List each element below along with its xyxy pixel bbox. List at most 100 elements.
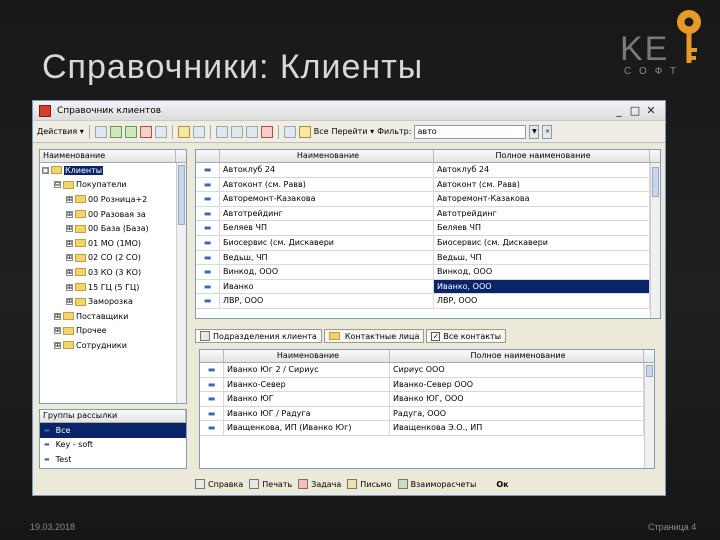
expander-icon[interactable]: ⊞ <box>66 239 73 247</box>
table-row[interactable]: ▬ Иващенкова, ИП (Иванко Юг) Иващенкова Э.… <box>200 421 654 436</box>
table-row[interactable]: ▬ Ведьш, ЧП Ведьш, ЧП <box>196 250 660 266</box>
edit-icon[interactable] <box>154 125 167 138</box>
tree-item[interactable]: ⊟ Покупатели <box>40 178 186 193</box>
tree-item-label: 00 Разовая за <box>88 209 146 219</box>
groups-header-name: Группы рассылки <box>40 410 186 422</box>
expander-icon[interactable]: ⊞ <box>66 210 73 218</box>
slide-page-number: Страница 4 <box>648 522 697 532</box>
copy-icon[interactable] <box>124 125 137 138</box>
all-icon[interactable] <box>298 125 311 138</box>
tree-item[interactable]: ⊞ Поставщики <box>40 309 186 324</box>
table-row[interactable]: ▬ Иванко Иванко, ООО <box>196 279 660 295</box>
tree-header[interactable]: Наименование <box>40 150 186 163</box>
tab-subdivisions[interactable]: Подразделения клиента <box>195 329 322 343</box>
table-row[interactable]: ▬ Авторемонт-Казакова Авторемонт-Казакова <box>196 192 660 207</box>
delete-icon[interactable] <box>139 125 152 138</box>
expander-icon[interactable]: ⊞ <box>54 341 61 349</box>
window-titlebar[interactable]: Справочник клиентов _ □ ✕ <box>33 101 665 121</box>
expander-icon[interactable]: ⊞ <box>66 283 73 291</box>
close-button[interactable]: ✕ <box>643 104 659 117</box>
subdivisions-scrollbar[interactable] <box>644 363 654 468</box>
expander-icon[interactable]: ⊞ <box>66 225 73 233</box>
help-button[interactable]: Справка <box>195 479 243 489</box>
letter-button[interactable]: Письмо <box>347 479 392 489</box>
table-row[interactable]: ▬ Автоконт (см. Равв) Автоконт (см. Равв) <box>196 177 660 193</box>
settlements-button[interactable]: Взаиморасчеты <box>397 479 476 489</box>
tree-item[interactable]: ⊞ 15 ГЦ (5 ГЦ) <box>40 280 186 295</box>
tree-item[interactable]: ⊞ 00 База (База) <box>40 221 186 236</box>
table-row[interactable]: ▬ Иванко-Север Иванко-Север ООО <box>200 377 654 393</box>
name-cell: Биосервис (см. Дискавери <box>220 235 434 250</box>
clients-scrollbar[interactable] <box>650 163 660 318</box>
tree-item[interactable]: □ Клиенты <box>40 163 186 178</box>
sort-icon[interactable] <box>245 125 258 138</box>
expander-icon[interactable]: ⊞ <box>66 254 73 262</box>
table-row[interactable]: ▬ Биосервис (см. Дискавери Биосервис (см. … <box>196 235 660 251</box>
tree-item[interactable]: ⊞ Сотрудники <box>40 338 186 353</box>
folder-icon <box>75 195 86 204</box>
tree-scrollbar-thumb[interactable] <box>178 165 185 225</box>
ok-button[interactable]: Ок <box>496 480 508 489</box>
maximize-button[interactable]: □ <box>627 104 643 117</box>
refresh-icon[interactable] <box>192 125 205 138</box>
tree-scrollbar[interactable] <box>176 163 186 403</box>
tree-item[interactable]: ⊞ 03 КО (3 КО) <box>40 265 186 280</box>
mailing-group-item[interactable]: ▬ Все <box>40 423 186 438</box>
table-row[interactable]: ▬ Автотрейдинг Автотрейдинг <box>196 206 660 222</box>
table-row[interactable]: ▬ Иванко Юг 2 / Сириус Сириус ООО <box>200 363 654 378</box>
filter-input[interactable] <box>414 124 527 139</box>
tree-header-name: Наименование <box>40 150 176 162</box>
expander-icon[interactable]: ⊞ <box>66 298 73 306</box>
expander-icon[interactable]: □ <box>42 166 49 174</box>
expander-icon[interactable]: ⊟ <box>54 181 61 189</box>
expander-icon[interactable]: ⊞ <box>54 312 61 320</box>
add-group-icon[interactable] <box>109 125 122 138</box>
tree-item[interactable]: ⊞ Прочее <box>40 324 186 339</box>
name-column-header[interactable]: Наименование <box>220 150 434 162</box>
print-button[interactable]: Печать <box>249 479 292 489</box>
filter-list-icon[interactable] <box>230 125 243 138</box>
expander-icon[interactable]: ⊞ <box>54 327 61 335</box>
all-contacts-checkbox[interactable]: ✓ <box>431 331 441 341</box>
row-type-icon: ▬ <box>196 265 220 279</box>
table-row[interactable]: ▬ Беляев ЧП Беляев ЧП <box>196 221 660 236</box>
mailing-group-item[interactable]: ▬ Key - soft <box>40 438 186 453</box>
filter-dropdown-button[interactable]: ▼ <box>529 124 540 139</box>
ok-label: Ок <box>496 479 509 489</box>
table-row[interactable]: ▬ Иванко ЮГ / Радуга Радуга, ООО <box>200 406 654 422</box>
table-row[interactable]: ▬ Винкод, ООО Винкод, ООО <box>196 265 660 280</box>
tree-item[interactable]: ⊞ 02 СО (2 СО) <box>40 251 186 266</box>
clients-scrollbar-thumb[interactable] <box>652 167 659 197</box>
tree-item[interactable]: ⊞ 00 Розница+2 <box>40 192 186 207</box>
groups-header[interactable]: Группы рассылки <box>40 410 186 423</box>
row-type-icon: ▬ <box>196 279 220 294</box>
filter-clear-button[interactable]: × <box>542 124 553 139</box>
fullname-column-header[interactable]: Полное наименование <box>434 150 650 162</box>
sub-fullname-column-header[interactable]: Полное наименование <box>390 350 644 362</box>
search-icon[interactable] <box>283 125 296 138</box>
filter-icon[interactable] <box>215 125 228 138</box>
show-all-button[interactable]: Все <box>314 127 329 136</box>
toolbar-separator <box>277 124 279 139</box>
expander-icon[interactable]: ⊞ <box>66 195 73 203</box>
add-item-icon[interactable] <box>94 125 107 138</box>
task-button[interactable]: Задача <box>298 479 341 489</box>
clear-filter-icon[interactable] <box>260 125 273 138</box>
all-contacts-toggle[interactable]: ✓ Все контакты <box>426 329 507 343</box>
mailing-group-item[interactable]: ▬ Test <box>40 452 186 467</box>
table-row[interactable]: ▬ Иванко ЮГ Иванко ЮГ, ООО <box>200 392 654 407</box>
hierarchy-icon[interactable] <box>177 125 190 138</box>
table-row[interactable]: ▬ Автоклуб 24 Автоклуб 24 <box>196 163 660 178</box>
minimize-button[interactable]: _ <box>611 104 627 117</box>
subdivisions-scrollbar-thumb[interactable] <box>646 365 653 377</box>
group-label: Все <box>55 425 71 435</box>
sub-name-column-header[interactable]: Наименование <box>224 350 390 362</box>
tab-contacts[interactable]: Контактные лица <box>323 329 425 343</box>
tree-item[interactable]: ⊞ Заморозка <box>40 294 186 309</box>
goto-menu-button[interactable]: Перейти ▾ <box>332 127 375 136</box>
tree-item[interactable]: ⊞ 00 Разовая за <box>40 207 186 222</box>
table-row[interactable]: ▬ ЛВР, ООО ЛВР, ООО <box>196 294 660 309</box>
expander-icon[interactable]: ⊞ <box>66 268 73 276</box>
actions-menu-button[interactable]: Действия ▾ <box>37 127 84 136</box>
tree-item[interactable]: ⊞ 01 МО (1МО) <box>40 236 186 251</box>
